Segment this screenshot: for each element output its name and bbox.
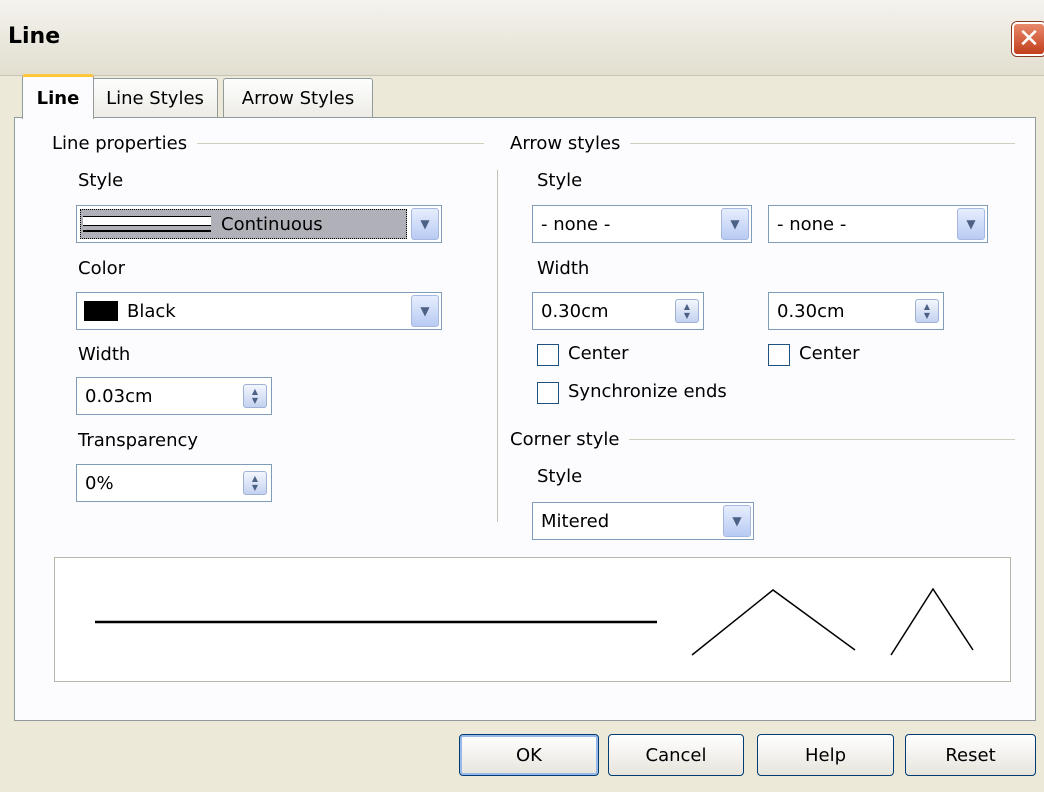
arrow-width-label: Width: [537, 258, 590, 279]
chevron-down-icon[interactable]: ▼: [721, 208, 749, 240]
arrow-styles-group: Arrow styles: [510, 133, 1015, 154]
spin-buttons-icon[interactable]: ▲ ▼: [675, 299, 699, 323]
line-width-label: Width: [78, 344, 131, 365]
preview-wide-corner: [691, 589, 856, 656]
preview-drawing: [95, 587, 974, 656]
synchronize-ends-checkbox[interactable]: [537, 382, 559, 404]
transparency-label: Transparency: [78, 430, 199, 451]
help-button[interactable]: Help: [757, 734, 894, 776]
corner-style-label: Style: [537, 466, 583, 487]
arrow-end-width-field[interactable]: 0.30cm ▲ ▼: [768, 292, 944, 330]
color-value: Black: [127, 301, 176, 322]
arrow-start-width-value: 0.30cm: [541, 301, 609, 322]
line-preview: [54, 557, 1011, 682]
preview-narrow-corner: [890, 587, 974, 656]
continuous-line-icon: [83, 216, 211, 232]
vertical-divider: [497, 170, 498, 522]
corner-style-group: Corner style: [510, 429, 1015, 450]
line-style-label: Style: [78, 170, 124, 191]
corner-style-heading: Corner style: [510, 429, 620, 450]
separator: [629, 439, 1015, 440]
line-style-value: Continuous: [221, 214, 323, 235]
arrow-start-style-value: - none -: [541, 214, 611, 235]
arrow-end-width-value: 0.30cm: [777, 301, 845, 322]
line-properties-heading: Line properties: [52, 133, 188, 154]
spin-buttons-icon[interactable]: ▲ ▼: [243, 471, 267, 495]
synchronize-ends-label: Synchronize ends: [568, 381, 727, 402]
corner-style-select[interactable]: Mitered ▼: [532, 502, 754, 540]
arrow-end-style-value: - none -: [777, 214, 847, 235]
arrow-styles-heading: Arrow styles: [510, 133, 621, 154]
center-start-label: Center: [568, 343, 629, 364]
line-width-field[interactable]: 0.03cm ▲ ▼: [76, 377, 272, 415]
chevron-down-icon[interactable]: ▼: [411, 295, 439, 327]
transparency-field[interactable]: 0% ▲ ▼: [76, 464, 272, 502]
separator: [630, 143, 1015, 144]
chevron-down-icon[interactable]: ▼: [411, 208, 439, 240]
arrow-start-width-field[interactable]: 0.30cm ▲ ▼: [532, 292, 704, 330]
transparency-value: 0%: [85, 473, 114, 494]
line-style-select[interactable]: Continuous ▼: [76, 205, 442, 243]
ok-button[interactable]: OK: [459, 734, 599, 776]
cancel-button[interactable]: Cancel: [608, 734, 744, 776]
color-select[interactable]: Black ▼: [76, 292, 442, 330]
color-label: Color: [78, 258, 125, 279]
arrow-style-label: Style: [537, 170, 583, 191]
line-properties-group: Line properties: [52, 133, 484, 154]
separator: [197, 143, 484, 144]
arrow-start-style-select[interactable]: - none - ▼: [532, 205, 752, 243]
chevron-down-icon[interactable]: ▼: [957, 208, 985, 240]
chevron-down-icon[interactable]: ▼: [723, 505, 751, 537]
arrow-end-style-select[interactable]: - none - ▼: [768, 205, 988, 243]
center-end-checkbox[interactable]: [768, 344, 790, 366]
reset-button[interactable]: Reset: [905, 734, 1036, 776]
center-start-checkbox[interactable]: [537, 344, 559, 366]
spin-buttons-icon[interactable]: ▲ ▼: [915, 299, 939, 323]
center-end-label: Center: [799, 343, 860, 364]
corner-style-value: Mitered: [541, 511, 610, 532]
line-width-value: 0.03cm: [85, 386, 153, 407]
spin-buttons-icon[interactable]: ▲ ▼: [243, 384, 267, 408]
color-swatch-icon: [84, 301, 118, 321]
